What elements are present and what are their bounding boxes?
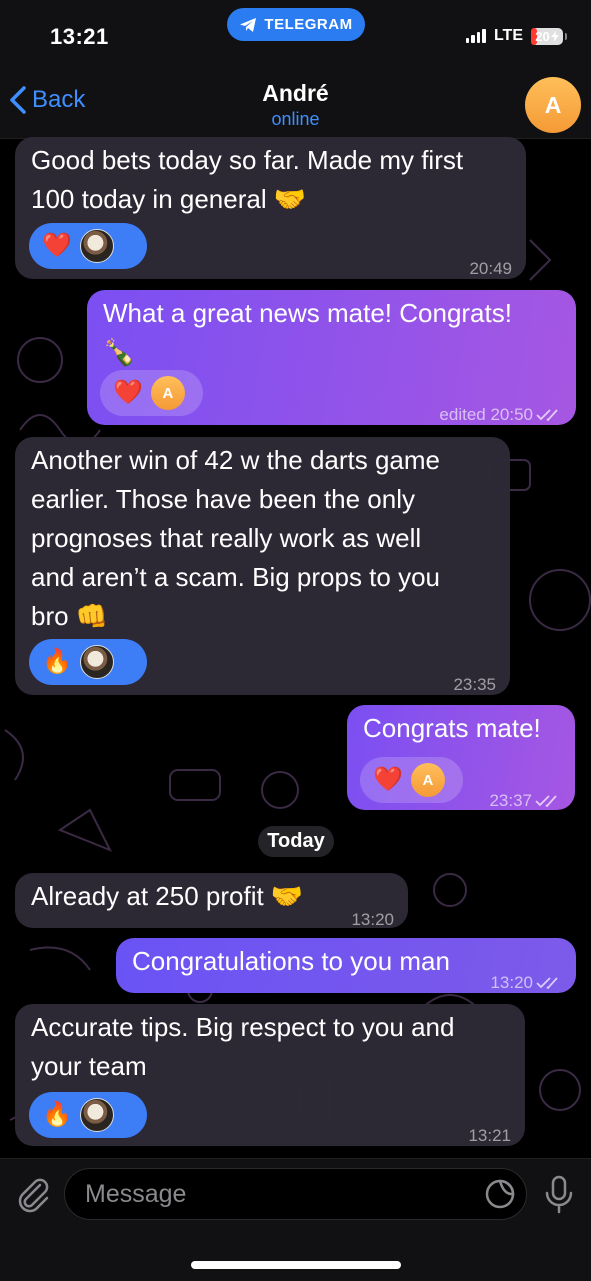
message-text: What a great news mate! Congrats! 🍾 (103, 298, 512, 367)
message-bubble-incoming[interactable]: Another win of 42 w the darts game earli… (15, 437, 510, 695)
battery-percentage: 20 (535, 28, 550, 44)
message-bubble-outgoing[interactable]: Congratulations to you man 13:20 (116, 938, 576, 993)
reactor-avatar: A (410, 763, 445, 797)
message-bubble-incoming[interactable]: Already at 250 profit 🤝 13:20 (15, 873, 408, 929)
return-to-telegram-pill[interactable]: TELEGRAM (227, 8, 365, 41)
reaction-emoji: ❤️ (373, 766, 403, 793)
double-check-icon (535, 794, 557, 807)
message-time: 13:20 (490, 973, 533, 992)
message-time: 20:49 (469, 259, 512, 278)
status-time: 13:21 (50, 24, 109, 49)
signal-icon (465, 29, 486, 43)
status-bar: 13:21 TELEGRAM LTE 20 (0, 0, 591, 72)
telegram-icon (240, 17, 257, 32)
message-text: Congrats mate! (363, 713, 541, 743)
home-indicator (191, 1261, 401, 1269)
microphone-icon[interactable] (541, 1174, 577, 1214)
message-bubble-outgoing[interactable]: Congrats mate! ❤️ A 23:37 (347, 705, 575, 810)
reaction-pill[interactable]: ❤️ (29, 223, 147, 269)
contact-avatar[interactable]: A (525, 77, 581, 133)
charging-bolt-icon (550, 30, 559, 42)
reaction-pill[interactable]: 🔥 (29, 639, 147, 685)
network-type: LTE (493, 27, 523, 44)
message-time: 13:21 (468, 1126, 511, 1145)
message-text: Accurate tips. Big respect to you and yo… (31, 1012, 455, 1081)
reactor-avatar (79, 1098, 114, 1132)
reactor-avatar (79, 645, 114, 679)
double-check-icon (536, 976, 558, 989)
reaction-pill[interactable]: ❤️ A (360, 757, 463, 803)
paperclip-icon[interactable] (14, 1175, 52, 1213)
chat-header: Back André online A (0, 72, 591, 139)
sticker-icon[interactable] (484, 1178, 516, 1210)
contact-status: online (271, 109, 320, 129)
reaction-emoji: ❤️ (113, 379, 143, 406)
message-composer (0, 1158, 591, 1281)
message-bubble-incoming[interactable]: Good bets today so far. Made my first 10… (15, 137, 526, 279)
message-time: edited 20:50 (439, 405, 533, 424)
message-text: Already at 250 profit 🤝 (31, 881, 304, 911)
reaction-emoji: ❤️ (42, 232, 72, 259)
reactor-avatar (79, 229, 114, 263)
reaction-emoji: 🔥 (42, 1101, 72, 1128)
reaction-emoji: 🔥 (42, 648, 72, 675)
message-text: Good bets today so far. Made my first 10… (31, 145, 464, 214)
message-time: 13:20 (351, 910, 394, 929)
double-check-icon (536, 408, 558, 421)
day-separator: Today (258, 826, 334, 857)
message-bubble-outgoing[interactable]: What a great news mate! Congrats! 🍾 ❤️ A… (87, 290, 576, 425)
reaction-pill[interactable]: ❤️ A (100, 370, 203, 416)
battery-icon: 20 (531, 27, 567, 45)
app-pill-label: TELEGRAM (264, 16, 353, 33)
reactor-avatar: A (150, 376, 185, 410)
contact-name[interactable]: André (0, 80, 591, 107)
message-input[interactable] (64, 1168, 527, 1220)
reaction-pill[interactable]: 🔥 (29, 1092, 147, 1138)
message-text: Another win of 42 w the darts game earli… (31, 445, 441, 631)
message-time: 23:37 (489, 791, 532, 810)
message-time: 23:35 (453, 675, 496, 694)
message-bubble-incoming[interactable]: Accurate tips. Big respect to you and yo… (15, 1004, 525, 1146)
